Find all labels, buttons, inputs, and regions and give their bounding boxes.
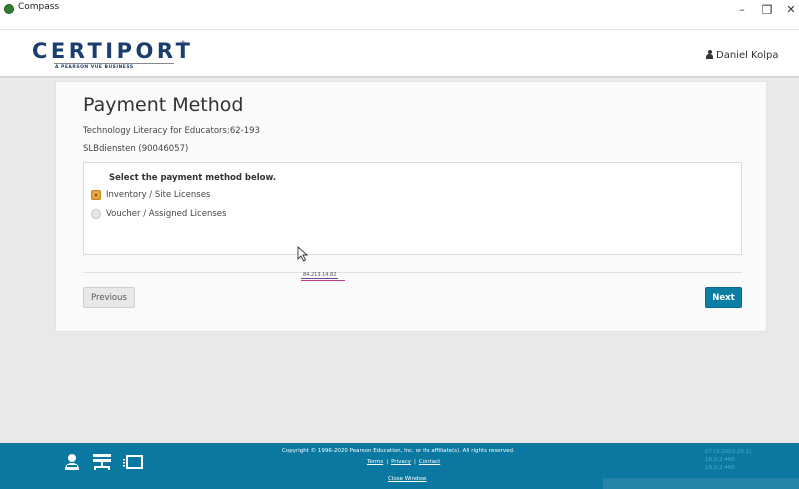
version-line: 18.0.2.460 [705, 457, 735, 463]
compass-app-icon [4, 4, 14, 14]
copyright-text: Copyright © 1996-2020 Pearson Education,… [282, 448, 515, 454]
terms-link[interactable]: Terms [367, 459, 383, 465]
page-title: Payment Method [83, 94, 244, 116]
maximize-button[interactable]: ❐ [757, 2, 777, 18]
logo-wordmark: CERTIPORT [32, 39, 194, 63]
network-icon[interactable] [92, 453, 112, 471]
user-icon [706, 50, 713, 59]
payment-method-card: Payment Method Technology Literacy for E… [55, 81, 767, 332]
mouse-cursor-icon [297, 246, 309, 262]
window-title: Compass [18, 2, 60, 12]
panel-heading: Select the payment method below. [109, 173, 277, 183]
payment-options-panel: Select the payment method below. Invento… [83, 162, 742, 255]
section-divider [83, 272, 742, 273]
taskbar-overlay [603, 478, 799, 489]
option-label: Voucher / Assigned Licenses [106, 209, 227, 219]
proctor-icon[interactable] [63, 453, 81, 471]
minimize-button[interactable]: – [732, 2, 752, 18]
next-button[interactable]: Next [705, 287, 742, 308]
link-separator: | [386, 459, 389, 465]
privacy-link[interactable]: Privacy [391, 459, 411, 465]
exam-name: Technology Literacy for Educators:62-193 [83, 126, 260, 136]
version-line: 07 (3.2003.20.1) [705, 449, 752, 455]
certiport-logo: CERTIPORT ® A PEARSON VUE BUSINESS [32, 39, 194, 74]
previous-button[interactable]: Previous [83, 287, 135, 308]
app-header: CERTIPORT ® A PEARSON VUE BUSINESS Danie… [0, 30, 799, 78]
site-name: SLBdiensten (90046057) [83, 144, 189, 154]
contact-link[interactable]: Contact [419, 459, 440, 465]
footer-links: Terms | Privacy | Contact [367, 459, 440, 465]
option-voucher-assigned-licenses[interactable]: Voucher / Assigned Licenses [91, 209, 226, 219]
close-window-link[interactable]: Close Window [388, 476, 426, 482]
ip-address: 84.213.14.82 [301, 272, 339, 279]
close-button[interactable]: ✕ [781, 2, 799, 18]
option-inventory-site-licenses[interactable]: Inventory / Site Licenses [91, 190, 210, 200]
window-title-bar: Compass – ❐ ✕ [0, 0, 799, 30]
option-label: Inventory / Site Licenses [106, 190, 211, 200]
radio-unchecked-icon[interactable] [91, 209, 101, 219]
user-name: Daniel Kolpa [716, 50, 779, 61]
logo-divider [54, 63, 174, 64]
ip-underline [301, 280, 345, 281]
monitor-icon[interactable] [122, 453, 144, 471]
registered-mark: ® [180, 40, 186, 47]
user-menu[interactable]: Daniel Kolpa [706, 49, 779, 61]
version-info: 07 (3.2003.20.1) 18.0.2.460 19.0.2.460 [705, 448, 751, 472]
version-line: 19.0.2.460 [705, 465, 735, 471]
logo-tagline: A PEARSON VUE BUSINESS [55, 65, 134, 70]
radio-checked-icon[interactable] [91, 190, 101, 200]
link-separator: | [413, 459, 416, 465]
